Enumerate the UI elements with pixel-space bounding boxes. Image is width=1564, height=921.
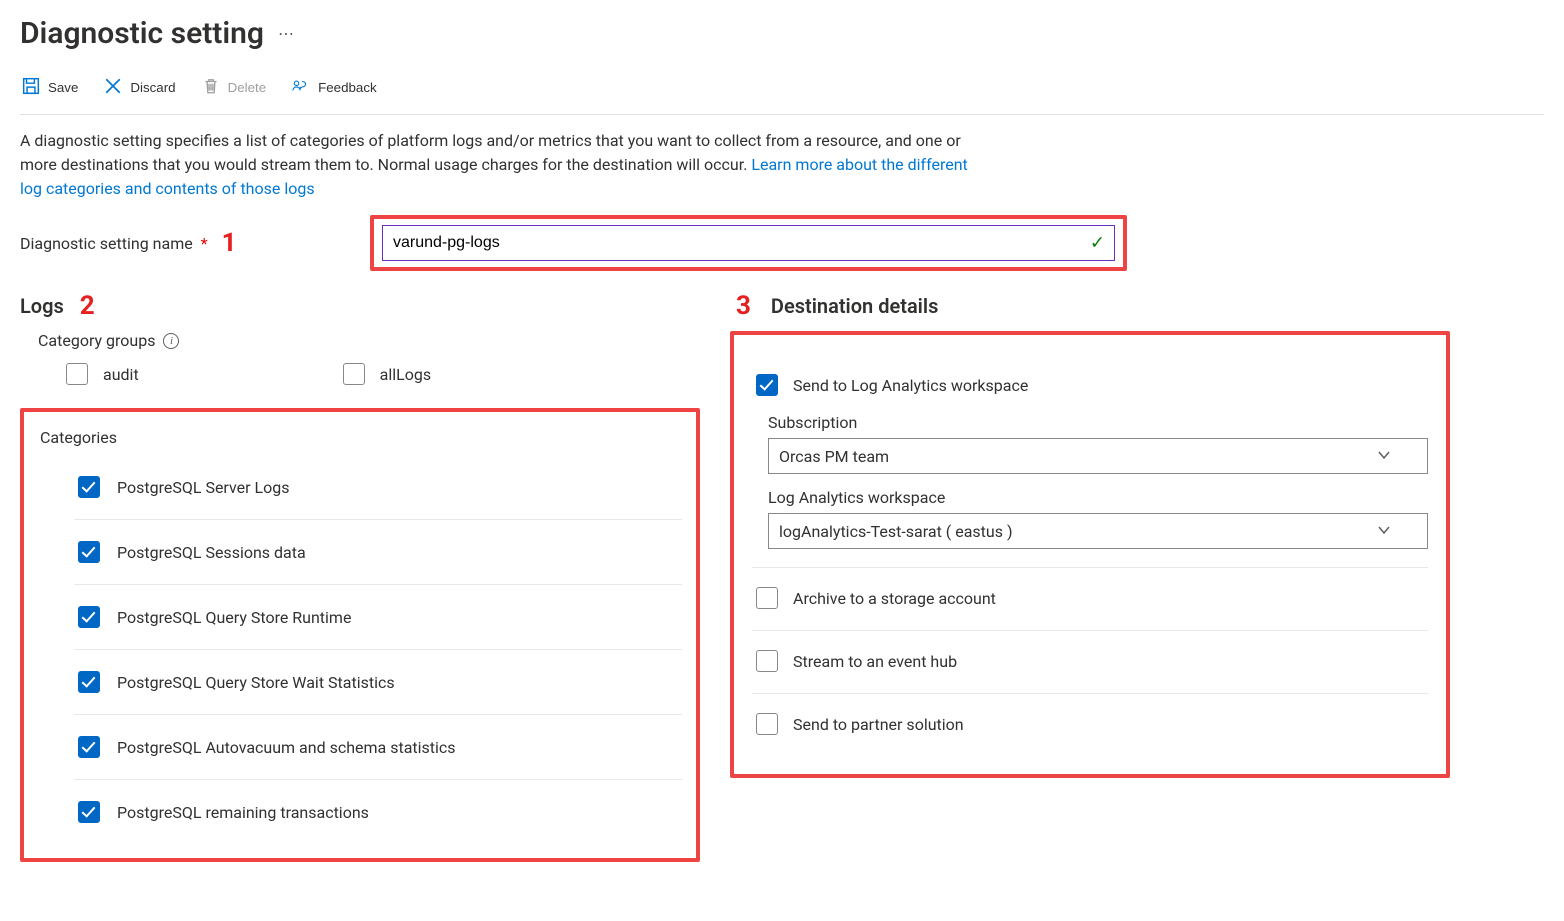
checkbox-storage[interactable]: Archive to a storage account — [752, 584, 1428, 612]
category-checkbox[interactable] — [78, 606, 100, 628]
alllogs-checkbox[interactable] — [343, 363, 365, 385]
category-item[interactable]: PostgreSQL Query Store Runtime — [74, 584, 682, 649]
info-icon[interactable]: i — [163, 333, 179, 349]
name-row: Diagnostic setting name * 1 ✓ — [20, 215, 1544, 271]
diagnostic-name-input[interactable] — [382, 225, 1115, 261]
dest-storage-block: Archive to a storage account — [752, 568, 1428, 631]
destination-title: Destination details — [771, 294, 938, 318]
save-icon — [22, 77, 40, 98]
description-text: A diagnostic setting specifies a list of… — [20, 129, 980, 201]
dest-log-analytics-block: Send to Log Analytics workspace Subscrip… — [752, 355, 1428, 568]
subscription-field: Subscription Orcas PM team — [768, 413, 1428, 474]
subscription-select[interactable]: Orcas PM team — [768, 438, 1428, 474]
category-groups-label-wrap: Category groups i — [38, 331, 700, 350]
callout-3: 3 — [730, 291, 757, 321]
name-label-wrap: Diagnostic setting name * 1 — [20, 228, 370, 258]
valid-check-icon: ✓ — [1090, 233, 1105, 254]
storage-checkbox[interactable] — [756, 587, 778, 609]
callout-2: 2 — [74, 291, 101, 321]
category-item[interactable]: PostgreSQL Query Store Wait Statistics — [74, 649, 682, 714]
category-item[interactable]: PostgreSQL Server Logs — [74, 455, 682, 519]
category-groups-label: Category groups — [38, 331, 155, 350]
checkbox-partner[interactable]: Send to partner solution — [752, 710, 1428, 738]
category-item[interactable]: PostgreSQL remaining transactions — [74, 779, 682, 844]
destination-callout-box: Send to Log Analytics workspace Subscrip… — [730, 331, 1450, 778]
workspace-label: Log Analytics workspace — [768, 488, 1428, 507]
delete-button: Delete — [200, 73, 269, 102]
logs-title: Logs — [20, 294, 64, 318]
checkbox-log-analytics[interactable]: Send to Log Analytics workspace — [752, 371, 1428, 399]
delete-icon — [202, 77, 220, 98]
categories-label: Categories — [40, 428, 682, 447]
dest-eventhub-block: Stream to an event hub — [752, 631, 1428, 694]
categories-callout-box: Categories PostgreSQL Server Logs Postgr… — [20, 408, 700, 862]
category-checkbox[interactable] — [78, 801, 100, 823]
feedback-icon — [292, 77, 310, 98]
categories-list: PostgreSQL Server Logs PostgreSQL Sessio… — [38, 455, 682, 844]
workspace-select[interactable]: logAnalytics-Test-sarat ( eastus ) — [768, 513, 1428, 549]
page-title: Diagnostic setting — [20, 16, 264, 51]
checkbox-alllogs[interactable]: allLogs — [339, 360, 431, 388]
destination-column: 3 Destination details Send to Log Analyt… — [730, 291, 1450, 778]
eventhub-checkbox[interactable] — [756, 650, 778, 672]
subscription-label: Subscription — [768, 413, 1428, 432]
category-groups-row: audit allLogs — [62, 360, 700, 388]
discard-label: Discard — [130, 80, 175, 95]
audit-checkbox[interactable] — [66, 363, 88, 385]
dest-partner-block: Send to partner solution — [752, 694, 1428, 756]
category-checkbox[interactable] — [78, 736, 100, 758]
name-label: Diagnostic setting name — [20, 234, 193, 253]
logs-title-wrap: Logs 2 — [20, 291, 700, 321]
log-analytics-checkbox[interactable] — [756, 374, 778, 396]
more-actions-icon[interactable]: ⋯ — [278, 24, 295, 43]
partner-checkbox[interactable] — [756, 713, 778, 735]
logs-column: Logs 2 Category groups i audit allLogs C… — [20, 291, 700, 862]
category-checkbox[interactable] — [78, 541, 100, 563]
feedback-button[interactable]: Feedback — [290, 73, 379, 102]
discard-button[interactable]: Discard — [102, 73, 177, 102]
category-item[interactable]: PostgreSQL Sessions data — [74, 519, 682, 584]
chevron-down-icon — [1377, 522, 1391, 541]
category-item[interactable]: PostgreSQL Autovacuum and schema statist… — [74, 714, 682, 779]
feedback-label: Feedback — [318, 80, 377, 95]
page-header: Diagnostic setting ⋯ — [20, 0, 1544, 73]
save-label: Save — [48, 80, 78, 95]
checkbox-audit[interactable]: audit — [62, 360, 139, 388]
discard-icon — [104, 77, 122, 98]
category-checkbox[interactable] — [78, 476, 100, 498]
callout-1: 1 — [216, 228, 243, 258]
checkbox-eventhub[interactable]: Stream to an event hub — [752, 647, 1428, 675]
category-checkbox[interactable] — [78, 671, 100, 693]
name-input-callout-box: ✓ — [370, 215, 1127, 271]
chevron-down-icon — [1377, 447, 1391, 466]
toolbar: Save Discard Delete Feedback — [20, 73, 1544, 115]
delete-label: Delete — [228, 80, 267, 95]
workspace-field: Log Analytics workspace logAnalytics-Tes… — [768, 488, 1428, 549]
save-button[interactable]: Save — [20, 73, 80, 102]
required-asterisk: * — [201, 234, 208, 253]
